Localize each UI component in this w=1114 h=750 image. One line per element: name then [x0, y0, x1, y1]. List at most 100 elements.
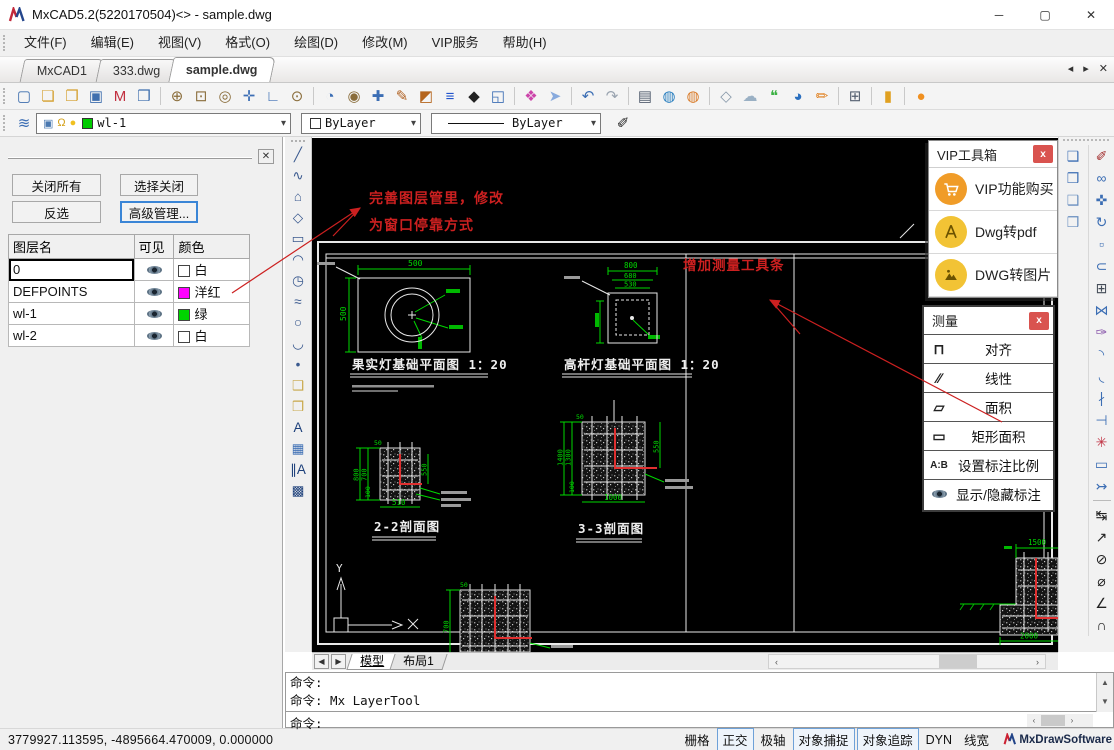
scrollbar-thumb[interactable]	[1041, 715, 1065, 726]
dim-arc-icon[interactable]: ∩	[1090, 614, 1114, 636]
menu-文件(F)[interactable]: 文件(F)	[12, 30, 79, 56]
table-row[interactable]: wl-2白	[9, 325, 250, 347]
command-history[interactable]: 命令:命令: Mx LayerTool	[286, 673, 1096, 712]
mxcad-brand-icon[interactable]: M	[109, 85, 131, 107]
table-row[interactable]: wl-1绿	[9, 303, 250, 325]
array-icon[interactable]: ⊞	[1090, 277, 1114, 299]
measure-item-设置标注比例[interactable]: A:B设置标注比例	[924, 450, 1053, 479]
command-vscrollbar[interactable]: ▲ ▼	[1096, 673, 1113, 712]
export-window-icon[interactable]: ◱	[487, 85, 509, 107]
layer-name-cell[interactable]: 0	[9, 259, 135, 281]
layer-color-cell[interactable]: 绿	[174, 303, 250, 325]
minimize-button[interactable]: ─	[976, 0, 1022, 30]
scrollbar-thumb[interactable]	[939, 655, 977, 668]
status-toggle-线宽[interactable]: 线宽	[959, 729, 994, 750]
measure-item-面积[interactable]: ▱面积	[924, 392, 1053, 421]
layer-color-cell[interactable]: 洋红	[174, 281, 250, 303]
eye-icon[interactable]	[147, 288, 162, 296]
status-toggle-DYN[interactable]: DYN	[921, 732, 957, 748]
status-toggle-正交[interactable]: 正交	[717, 728, 754, 750]
vip-cart-icon[interactable]: ●	[910, 85, 932, 107]
order-back-icon[interactable]: ❒	[1061, 211, 1085, 233]
command-prompt[interactable]: 命令:	[286, 713, 1113, 728]
explode-icon[interactable]: ✳	[1090, 431, 1114, 453]
eye-icon[interactable]	[147, 332, 162, 340]
doc-tab-sample.dwg[interactable]: sample.dwg	[169, 57, 276, 82]
dim-linear-icon[interactable]: ↹	[1090, 504, 1114, 526]
scroll-right-icon[interactable]: ›	[1065, 716, 1079, 725]
layer-name-cell[interactable]: DEFPOINTS	[9, 281, 135, 303]
move-icon[interactable]: ✜	[1090, 189, 1114, 211]
save-all-icon[interactable]: ❒	[133, 85, 155, 107]
table-icon[interactable]: ▦	[287, 438, 309, 459]
dim-radius-icon[interactable]: ⊘	[1090, 548, 1114, 570]
menu-VIP服务[interactable]: VIP服务	[420, 30, 491, 56]
spline-icon[interactable]: ≈	[287, 291, 309, 312]
layer-visible-cell[interactable]	[134, 281, 174, 303]
ruler-doc-icon[interactable]: ▮	[877, 85, 899, 107]
offset-icon[interactable]: ⊂	[1090, 255, 1114, 277]
pencil-orange-icon[interactable]: ✏	[811, 85, 833, 107]
status-toggle-对象追踪[interactable]: 对象追踪	[857, 728, 919, 750]
dim-angular-icon[interactable]: ∠	[1090, 592, 1114, 614]
match-properties-icon[interactable]: ✐	[612, 112, 634, 134]
menu-帮助(H)[interactable]: 帮助(H)	[491, 30, 559, 56]
ellipse-arc-icon[interactable]: ◡	[287, 333, 309, 354]
linetype-select[interactable]: ByLayer ▾	[431, 113, 601, 134]
hatch-icon[interactable]: ▩	[287, 480, 309, 501]
table-row[interactable]: DEFPOINTS 洋红	[9, 281, 250, 303]
color-palette-icon[interactable]: ◩	[415, 85, 437, 107]
dim-aligned-icon[interactable]: ↗	[1090, 526, 1114, 548]
pan-hand-icon[interactable]: ✛	[238, 85, 260, 107]
text-icon[interactable]: A	[287, 417, 309, 438]
layers-icon[interactable]: ≋	[13, 112, 35, 134]
invert-selection-button[interactable]: 反选	[12, 201, 101, 223]
rotate-icon[interactable]: ↻	[1090, 211, 1114, 233]
helmet-circle-icon[interactable]: ◕	[787, 85, 809, 107]
find-select-icon[interactable]: ⊞	[844, 85, 866, 107]
view-eye-icon[interactable]: ◉	[343, 85, 365, 107]
circle-icon[interactable]: ◷	[287, 270, 309, 291]
zoom-window-icon[interactable]: ⊡	[190, 85, 212, 107]
layer-visible-cell[interactable]	[134, 303, 174, 325]
canvas-hscrollbar[interactable]: ‹ ›	[768, 654, 1046, 669]
zoom-dynamic-icon[interactable]: ⊕	[166, 85, 188, 107]
dim-diameter-icon[interactable]: ⌀	[1090, 570, 1114, 592]
web-globe-2-icon[interactable]: ◍	[682, 85, 704, 107]
chamfer-icon[interactable]: ◟	[1090, 365, 1114, 387]
scroll-up-icon[interactable]: ▲	[1097, 673, 1113, 692]
tab-prev-icon[interactable]: ◂	[1068, 62, 1074, 75]
menu-绘图(D)[interactable]: 绘图(D)	[282, 30, 350, 56]
polyline-edit-icon[interactable]: ✑	[1090, 321, 1114, 343]
polygon-icon[interactable]: ⌂	[287, 186, 309, 207]
point-icon[interactable]: •	[287, 354, 309, 375]
menu-修改(M)[interactable]: 修改(M)	[350, 30, 420, 56]
menu-格式(O)[interactable]: 格式(O)	[213, 30, 282, 56]
cloud-icon[interactable]: ☁	[739, 85, 761, 107]
open-folder-icon[interactable]: ❏	[37, 85, 59, 107]
panel-splitter[interactable]	[8, 157, 252, 159]
scroll-left-icon[interactable]: ‹	[1027, 716, 1041, 725]
vip-item-VIP功能购买[interactable]: VIP功能购买	[929, 168, 1057, 211]
layer-visible-cell[interactable]	[134, 325, 174, 347]
tab-close-icon[interactable]: ✕	[1099, 62, 1108, 75]
zoom-center-icon[interactable]: ⊙	[286, 85, 308, 107]
zoom-extents-icon[interactable]: ◎	[214, 85, 236, 107]
line-icon[interactable]: ╱	[287, 144, 309, 165]
select-brush-icon[interactable]: ➤	[544, 85, 566, 107]
color-select[interactable]: ByLayer ▾	[301, 113, 421, 134]
column-header-颜色[interactable]: 颜色	[174, 235, 250, 259]
column-header-图层名[interactable]: 图层名	[9, 235, 135, 259]
measure-item-线性[interactable]: ∕∕线性	[924, 363, 1053, 392]
layer-colors-icon[interactable]: ≡	[439, 85, 461, 107]
rect-dashed-icon[interactable]: ▭	[1090, 453, 1114, 475]
model-tab-next-icon[interactable]: ▶	[331, 654, 346, 669]
scroll-right-icon[interactable]: ›	[1030, 657, 1045, 667]
layer-visible-cell[interactable]	[134, 259, 174, 281]
copy-object-icon[interactable]: ❑	[1061, 145, 1085, 167]
prompt-hscrollbar[interactable]: ‹ ›	[1027, 714, 1093, 727]
web-globe-icon[interactable]: ◍	[658, 85, 680, 107]
trim-icon[interactable]: ∤	[1090, 387, 1114, 409]
undo-icon[interactable]: ↶	[577, 85, 599, 107]
doc-tab-MxCAD1[interactable]: MxCAD1	[20, 59, 105, 82]
